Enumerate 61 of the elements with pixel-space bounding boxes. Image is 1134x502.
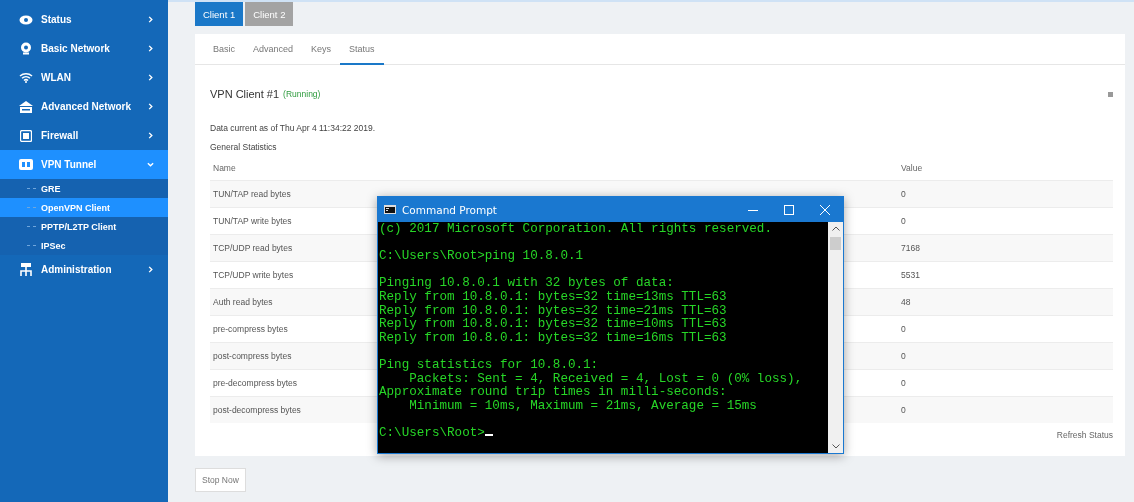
table-cell: 0 bbox=[898, 396, 1113, 423]
console-line: Pinging 10.8.0.1 with 32 bytes of data: bbox=[379, 277, 675, 291]
maximize-icon bbox=[784, 204, 794, 215]
menu-icon bbox=[18, 100, 34, 113]
running-status: (Running) bbox=[283, 89, 321, 99]
chevron-right-icon bbox=[147, 16, 154, 23]
console-line: C:\Users\Root> bbox=[379, 426, 827, 441]
stop-now-button[interactable]: Stop Now bbox=[195, 468, 246, 492]
submenu-item[interactable]: PPTP/L2TP Client bbox=[0, 217, 168, 236]
chevron-right-icon bbox=[147, 103, 154, 110]
text-cursor bbox=[484, 433, 493, 436]
chevron-down-icon bbox=[147, 161, 154, 168]
tab[interactable]: Basic bbox=[204, 34, 244, 65]
tab[interactable]: Status bbox=[340, 34, 384, 65]
section-title: VPN Client #1 bbox=[210, 88, 280, 100]
table-cell: 48 bbox=[898, 288, 1113, 316]
menu-icon bbox=[18, 14, 34, 25]
client-tab[interactable]: Client 1 bbox=[195, 2, 244, 26]
table-cell: 0 bbox=[898, 342, 1113, 370]
scroll-up-icon[interactable] bbox=[831, 226, 840, 231]
sidebar-item[interactable]: Administration bbox=[0, 255, 168, 284]
table-cell: 7168 bbox=[898, 234, 1113, 262]
close-icon bbox=[820, 204, 830, 215]
tab[interactable]: Keys bbox=[302, 34, 341, 65]
sidebar-item[interactable]: Advanced Network bbox=[0, 92, 168, 121]
chevron-right-icon bbox=[147, 266, 154, 273]
column-header: Name bbox=[210, 156, 898, 181]
console-line: Reply from 10.8.0.1: bytes=32 time=21ms TTL=63 bbox=[379, 304, 728, 318]
square-icon bbox=[1108, 91, 1113, 97]
scrollbar[interactable] bbox=[828, 222, 843, 453]
console-icon bbox=[384, 205, 396, 214]
chevron-right-icon bbox=[147, 74, 154, 81]
console-line: C:\Users\Root>ping 10.8.0.1 bbox=[379, 250, 585, 264]
console-line: Reply from 10.8.0.1: bytes=32 time=10ms TTL=63 bbox=[379, 318, 728, 332]
menu-icon bbox=[18, 263, 34, 276]
column-header: Value bbox=[898, 156, 1113, 181]
menu-icon bbox=[18, 129, 34, 142]
sidebar-item[interactable]: VPN Tunnel bbox=[0, 150, 168, 179]
section-subtitle: General Statistics bbox=[210, 142, 278, 152]
console-line: (c) 2017 Microsoft Corporation. All rights reserved. bbox=[379, 223, 773, 237]
sidebar-item[interactable]: Firewall bbox=[0, 121, 168, 150]
submenu-item[interactable]: IPSec bbox=[0, 236, 168, 255]
table-cell: 0 bbox=[898, 180, 1113, 208]
submenu-item[interactable]: OpenVPN Client bbox=[0, 198, 168, 217]
sidebar-item[interactable]: WLAN bbox=[0, 63, 168, 92]
console-line: Reply from 10.8.0.1: bytes=32 time=13ms TTL=63 bbox=[379, 290, 728, 305]
tab[interactable]: Advanced bbox=[244, 34, 303, 65]
menu-icon bbox=[18, 159, 34, 170]
menu-icon bbox=[18, 72, 34, 83]
sidebar-item[interactable]: Basic Network bbox=[0, 34, 168, 63]
scroll-thumb[interactable] bbox=[830, 237, 841, 250]
submenu-item[interactable]: GRE bbox=[0, 179, 168, 198]
chevron-right-icon bbox=[147, 132, 154, 139]
menu-icon bbox=[18, 42, 34, 55]
chevron-right-icon bbox=[147, 45, 154, 52]
sidebar-item[interactable]: Status bbox=[0, 5, 168, 34]
console-line: Packets: Sent = 4, Received = 4, Lost = 0 (0% loss), bbox=[408, 372, 804, 386]
scroll-down-icon[interactable] bbox=[831, 444, 840, 449]
console-line: Minimum = 10ms, Maximum = 21ms, Average = 15ms bbox=[408, 399, 758, 414]
refresh-status-link[interactable]: Refresh Status bbox=[1056, 430, 1113, 440]
data-timestamp: Data current as of Thu Apr 4 11:34:22 2019. bbox=[210, 123, 377, 133]
